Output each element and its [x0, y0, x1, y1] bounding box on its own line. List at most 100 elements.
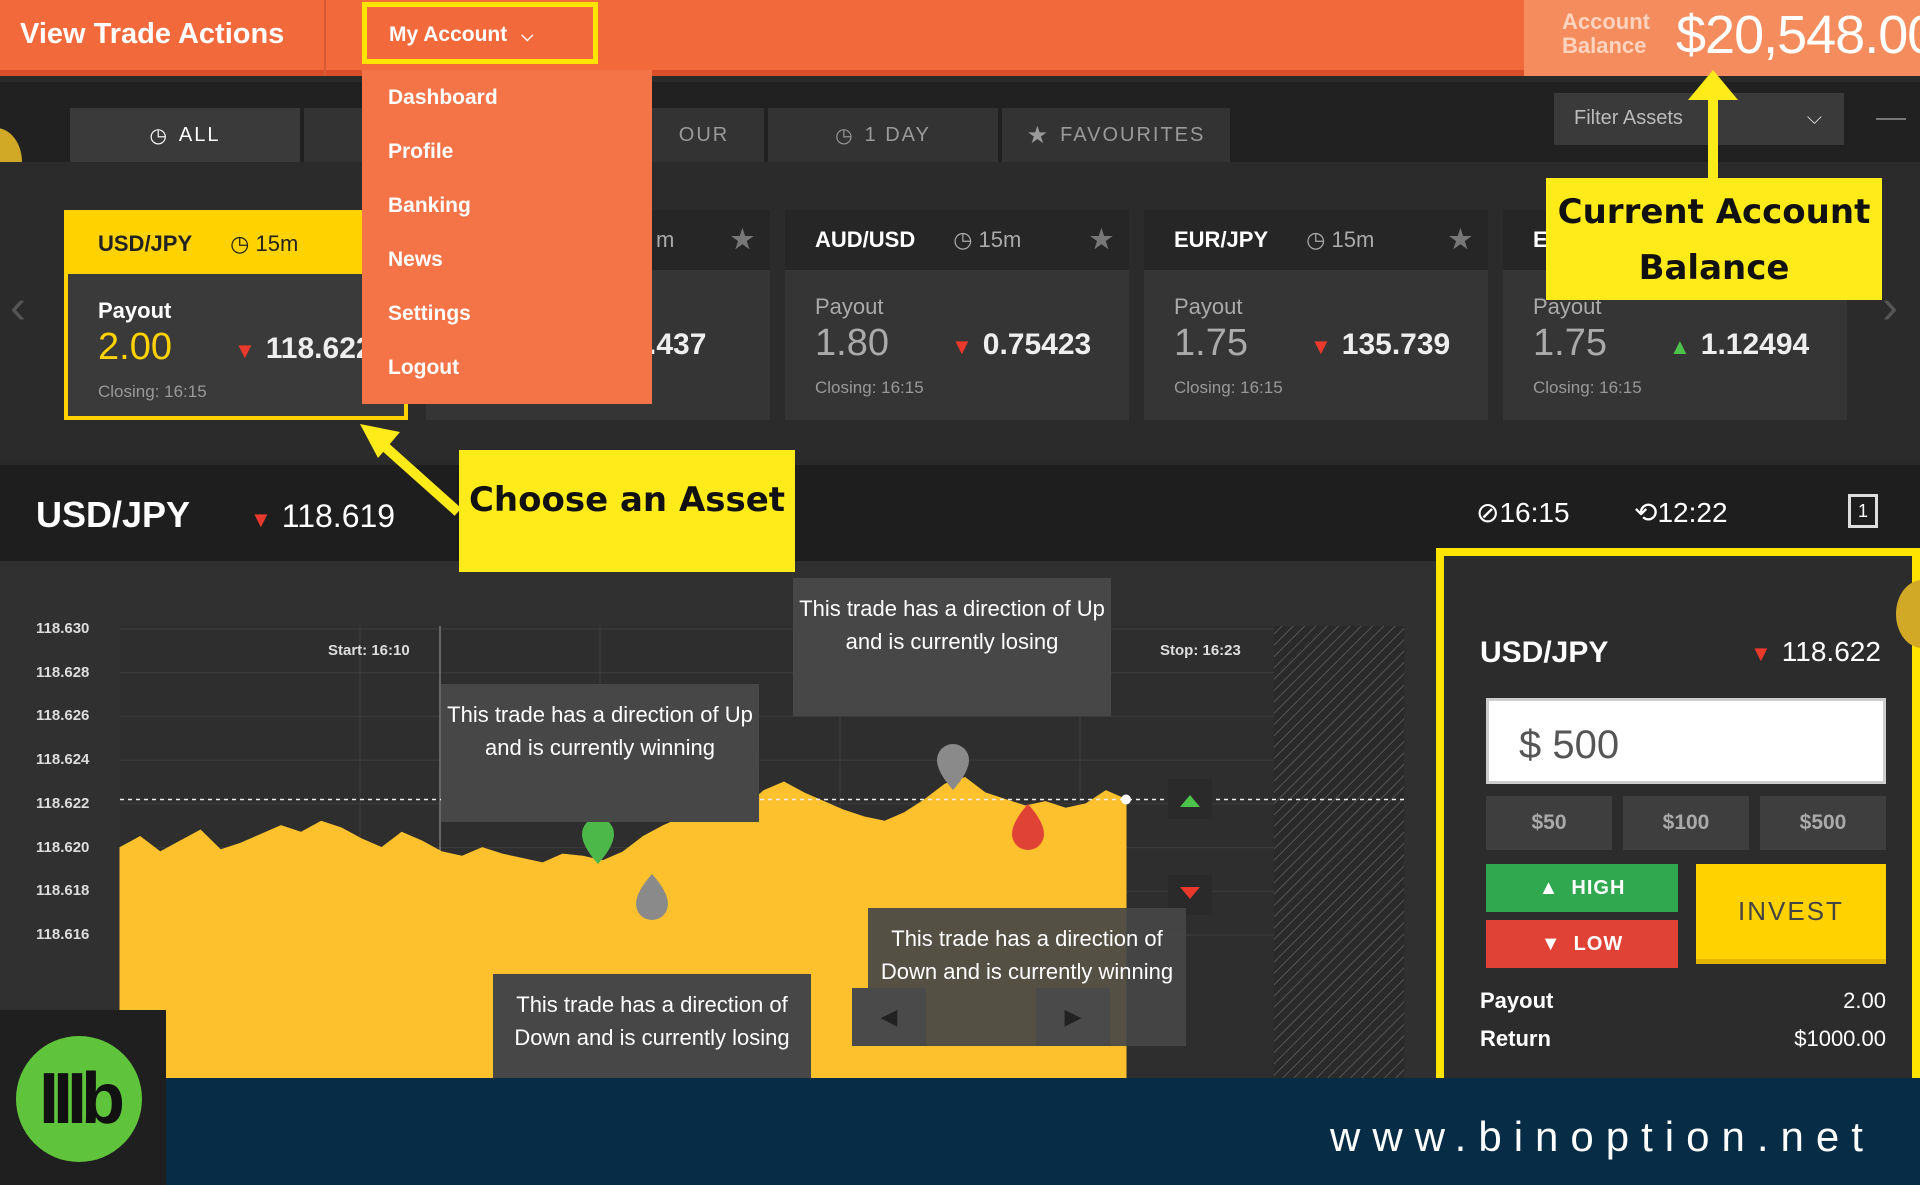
rate-value: 1.12494: [1700, 328, 1810, 361]
triangle-right-icon: ▶: [1064, 1004, 1082, 1029]
menu-item-settings[interactable]: Settings: [388, 302, 471, 326]
asset-pair: EUR/JPY: [1174, 227, 1269, 252]
page-title: View Trade Actions: [20, 18, 285, 50]
menu-item-dashboard[interactable]: Dashboard: [388, 86, 498, 110]
quick-amount-100-button[interactable]: $100: [1623, 796, 1749, 850]
menu-item-banking[interactable]: Banking: [388, 194, 471, 218]
tab-all[interactable]: ◷ ALL: [70, 108, 300, 162]
current-time: ⟲12:22: [1634, 496, 1728, 529]
tab-hour-label: OUR: [678, 123, 730, 146]
payout-label: Payout: [98, 298, 172, 323]
payout-value: 1.80: [815, 322, 889, 364]
payout-value: 1.75: [1174, 322, 1248, 364]
arrow-up-icon: ▲: [1538, 876, 1560, 899]
expiry: ◷ 15m: [230, 231, 299, 256]
closing-time: Closing: 16:15: [1533, 378, 1642, 397]
chart-view-icon[interactable]: 1: [1848, 494, 1878, 528]
rate: ▼ 135.739: [1310, 328, 1450, 362]
footer-url: www.binoption.net: [1330, 1113, 1875, 1160]
invest-button[interactable]: INVEST: [1696, 864, 1886, 964]
arrow-down-icon: ▼: [1310, 334, 1332, 359]
tab-1-day-label: 1 DAY: [864, 123, 931, 146]
arrow-down-icon: ▼: [250, 507, 272, 532]
panel-rate: ▼ 118.622: [1750, 636, 1881, 668]
arrow-down-icon: ▼: [1540, 932, 1562, 955]
payout-label: Payout: [1174, 294, 1243, 319]
low-label: LOW: [1573, 932, 1624, 955]
tab-1-day[interactable]: ◷ 1 DAY: [768, 108, 998, 162]
asset-card-usd-jpy[interactable]: USD/JPY ◷ 15m Payout 2.00 ▼ 118.622 Closin…: [64, 210, 408, 420]
filter-assets-placeholder: Filter Assets: [1574, 107, 1683, 129]
callout-current-account-balance: Current Account Balance: [1546, 178, 1882, 300]
asset-card-eur-jpy[interactable]: EUR/JPY ◷ 15m ★ Payout 1.75 ▼ 135.739 Closi…: [1144, 210, 1488, 420]
expiry-zone: [1274, 626, 1404, 1081]
minimize-icon[interactable]: [1876, 118, 1906, 120]
star-icon[interactable]: ★: [731, 224, 754, 255]
asset-pair: USD/JPY: [98, 231, 193, 256]
filter-assets-select[interactable]: Filter Assets ⌵: [1554, 93, 1844, 145]
low-button[interactable]: ▼ LOW: [1486, 920, 1678, 968]
menu-item-logout[interactable]: Logout: [388, 356, 459, 380]
expiry-value: 15m: [978, 227, 1022, 252]
star-icon: ★: [1026, 121, 1051, 149]
selected-rate-value: 118.619: [281, 498, 396, 534]
menu-item-profile[interactable]: Profile: [388, 140, 453, 164]
asset-pair: AUD/USD: [815, 227, 916, 252]
my-account-label: My Account: [389, 23, 508, 46]
quick-amount-50-button[interactable]: $50: [1486, 796, 1612, 850]
no-clock-icon: ⊘: [1476, 497, 1500, 528]
rate: ▼ 118.622: [234, 332, 373, 366]
arrow-down-icon: ▼: [234, 338, 256, 363]
expiry-time: ⊘16:15: [1476, 496, 1570, 529]
chart-next-button[interactable]: ▶: [1036, 988, 1110, 1046]
high-button[interactable]: ▲ HIGH: [1486, 864, 1678, 912]
chevron-left-icon[interactable]: ‹: [10, 280, 26, 335]
quick-amount-500-button[interactable]: $500: [1760, 796, 1886, 850]
clock-icon: ◷: [149, 124, 169, 147]
high-label: HIGH: [1571, 876, 1626, 899]
arrow-up-icon: ▲: [1669, 334, 1691, 359]
asset-card-header: EUR/JPY ◷ 15m ★: [1144, 210, 1488, 270]
rate-value: 118.622: [265, 332, 373, 365]
payout-label: Payout: [815, 294, 884, 319]
expiry: ◷ 15m: [953, 227, 1022, 252]
star-icon[interactable]: ★: [1090, 224, 1113, 255]
chevron-right-icon[interactable]: ›: [1882, 280, 1898, 335]
closing-time: Closing: 16:15: [815, 378, 924, 397]
amount-input[interactable]: $ 500: [1486, 698, 1886, 784]
triangle-left-icon: ◀: [880, 1004, 898, 1029]
expiry-value: m: [656, 227, 675, 252]
payout-value: 2.00: [98, 326, 172, 368]
return-label: Return: [1480, 1026, 1551, 1051]
closing-time: Closing: 16:15: [1174, 378, 1283, 397]
menu-item-news[interactable]: News: [388, 248, 443, 272]
star-icon[interactable]: ★: [1449, 224, 1472, 255]
closing-time: Closing: 16:15: [98, 382, 207, 401]
expiry-time-value: 16:15: [1499, 497, 1570, 528]
return-row: Return $1000.00: [1480, 1026, 1886, 1052]
payout-value: 1.75: [1533, 322, 1607, 364]
asset-card-header: AUD/USD ◷ 15m ★: [785, 210, 1129, 270]
payout-value: 2.00: [1843, 988, 1886, 1013]
balance-label: Account Balance: [1562, 9, 1650, 58]
arrow-down-icon: ▼: [1750, 641, 1772, 666]
tab-all-label: ALL: [178, 123, 221, 146]
return-value: $1000.00: [1794, 1026, 1886, 1051]
chart-prev-button[interactable]: ◀: [852, 988, 926, 1046]
divider: [324, 0, 326, 76]
payout-label: Payout: [1480, 988, 1554, 1013]
asset-card-header: USD/JPY ◷ 15m: [68, 214, 404, 274]
selected-rate: ▼ 118.619: [250, 498, 395, 535]
trade-tooltip-up-winning: This trade has a direction of Up and is …: [441, 684, 759, 822]
my-account-button[interactable]: My Account ⌵: [362, 2, 598, 64]
panel-rate-value: 118.622: [1781, 636, 1881, 667]
tab-favourites-label: FAVOURITES: [1060, 123, 1206, 146]
current-price-point: [1121, 794, 1131, 805]
rate-value: 0.75423: [982, 328, 1092, 361]
panel-pair: USD/JPY: [1480, 636, 1609, 669]
rate: ▲ 1.12494: [1669, 328, 1809, 362]
account-dropdown-menu: Dashboard Profile Banking News Settings …: [362, 70, 652, 404]
binoption-logo: IIIb: [16, 1036, 142, 1162]
asset-card-aud-usd[interactable]: AUD/USD ◷ 15m ★ Payout 1.80 ▼ 0.75423 Closi…: [785, 210, 1129, 420]
tab-favourites[interactable]: ★ FAVOURITES: [1002, 108, 1230, 162]
